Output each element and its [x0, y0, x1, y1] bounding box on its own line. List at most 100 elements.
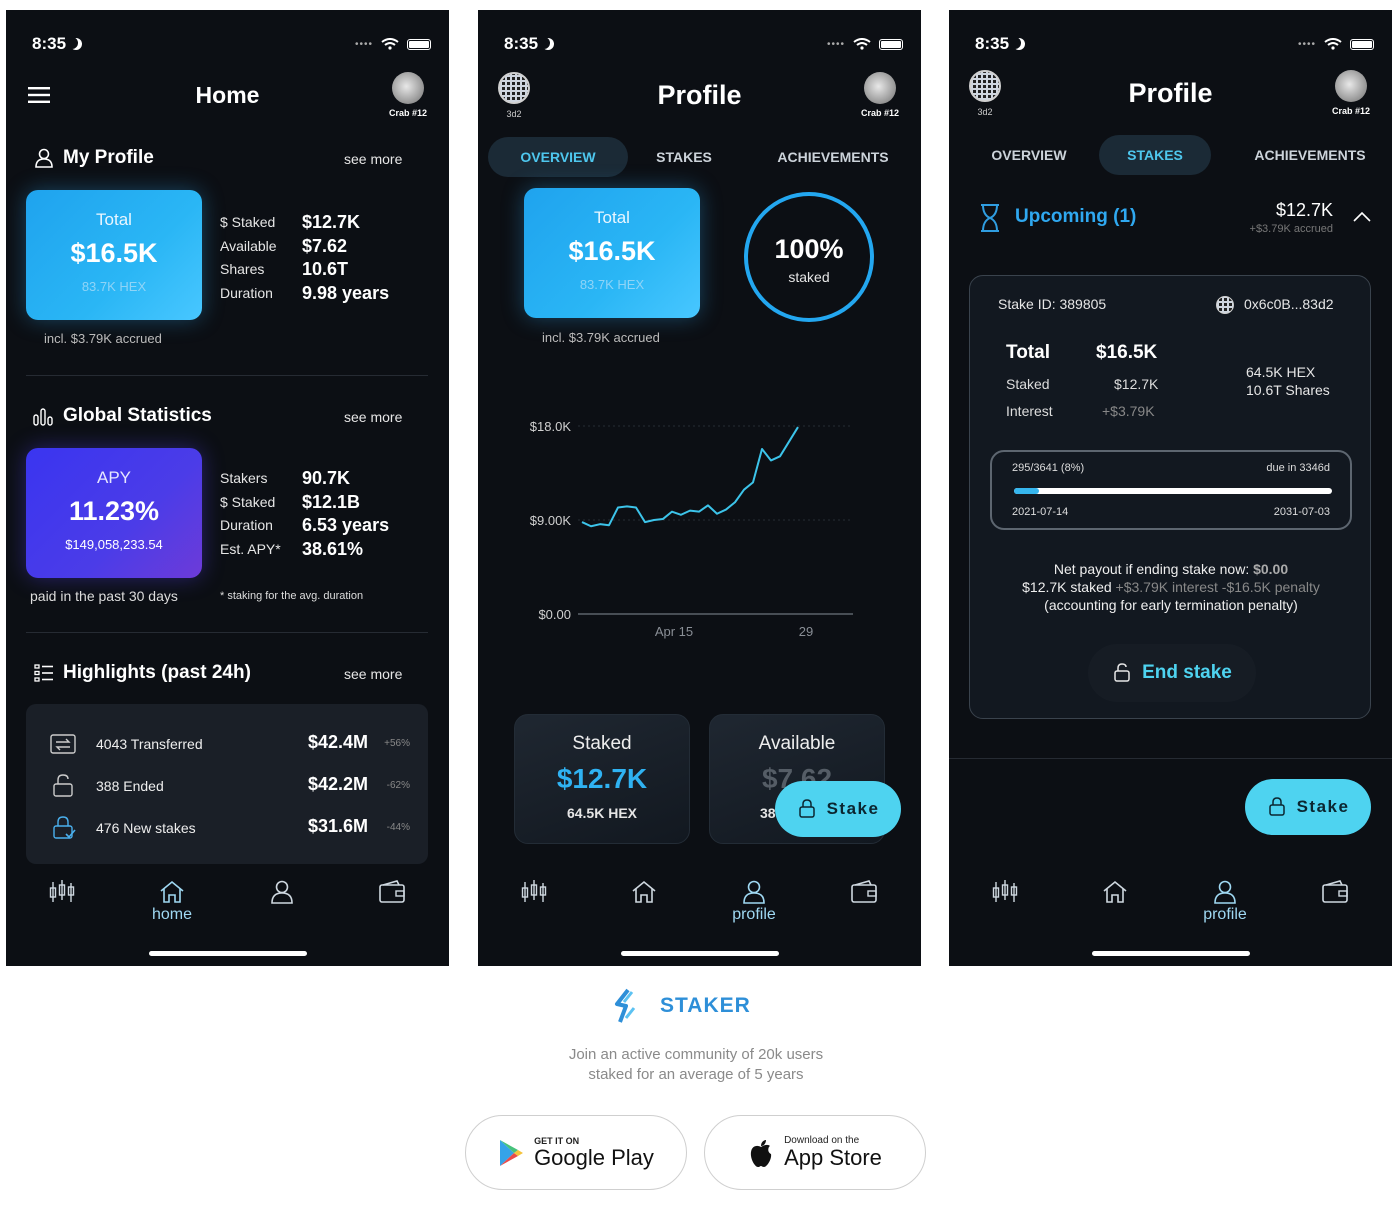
page-title: Profile: [1128, 78, 1213, 108]
chart-icon: [33, 408, 53, 426]
stake-id: Stake ID: 389805: [998, 296, 1107, 312]
total-value: $16.5K: [70, 238, 158, 268]
highlight-label: 388 Ended: [96, 778, 164, 794]
user-icon: [271, 880, 293, 904]
status-bar: 8:35 ••••: [6, 34, 449, 60]
tab-stakes[interactable]: STAKES: [634, 137, 734, 177]
nav-home[interactable]: [614, 880, 674, 904]
stake-staked-label: Staked: [1006, 376, 1050, 392]
nav-wallet[interactable]: [362, 880, 422, 904]
staked-card[interactable]: Staked $12.7K 64.5K HEX: [514, 714, 690, 844]
nav-stats[interactable]: [975, 880, 1035, 904]
highlight-label: 4043 Transferred: [96, 736, 203, 752]
tab-achievements[interactable]: ACHIEVEMENTS: [1235, 135, 1385, 175]
nav-profile[interactable]: [252, 880, 312, 904]
app-store-button[interactable]: Download on the App Store: [704, 1115, 926, 1190]
wallet-icon: [851, 880, 877, 903]
total-label: Total: [96, 210, 132, 229]
stake-button[interactable]: Stake: [1245, 779, 1371, 835]
stat-key: Duration: [220, 284, 273, 301]
list-item[interactable]: 4043 Transferred $42.4M +56%: [26, 730, 428, 758]
ring-label: staked: [788, 269, 830, 285]
stake-interest-value: +$3.79K: [1102, 403, 1155, 419]
payout-note: (accounting for early termination penalt…: [1044, 597, 1298, 613]
progress-bar: [1014, 488, 1332, 494]
chevron-up-icon[interactable]: [1352, 210, 1372, 222]
home-indicator: [148, 951, 307, 956]
avatar[interactable]: [864, 72, 896, 104]
google-play-button[interactable]: GET IT ON Google Play: [465, 1115, 687, 1190]
see-more-link[interactable]: see more: [344, 151, 402, 167]
apy-card[interactable]: APY 11.23% $149,058,233.54: [26, 448, 202, 578]
unlock-icon: [53, 774, 73, 797]
stake-details-card: Stake ID: 389805 0x6c0B...83d2 Total $16…: [969, 275, 1371, 719]
moon-icon: [1013, 38, 1025, 50]
y-tick-label: $0.00: [538, 607, 571, 622]
signal-icon: ••••: [826, 38, 845, 50]
profile-tabs: OVERVIEW STAKES ACHIEVEMENTS: [959, 135, 1382, 175]
nav-home[interactable]: home: [142, 880, 202, 924]
wifi-icon: [381, 38, 399, 50]
nav-home-label: home: [151, 906, 193, 923]
tab-stakes[interactable]: STAKES: [1099, 135, 1211, 175]
lock-icon: [798, 799, 815, 818]
list-item[interactable]: 476 New stakes $31.6M -44%: [26, 814, 428, 842]
divider: [26, 632, 428, 633]
user-icon: [743, 880, 765, 904]
avatar-label: Crab #12: [1331, 106, 1371, 116]
highlight-value: $42.4M: [307, 732, 368, 752]
nav-wallet[interactable]: [834, 880, 894, 904]
candlestick-icon: [992, 880, 1018, 902]
highlights-title: Highlights (past 24h): [63, 662, 251, 683]
list-icon: [34, 664, 53, 682]
staked-card-value: $12.7K: [556, 763, 648, 794]
progress-text: 295/3641 (8%): [1012, 462, 1085, 474]
total-card[interactable]: Total $16.5K 83.7K HEX: [26, 190, 202, 320]
upcoming-accrued: +$3.79K accrued: [1249, 223, 1333, 235]
staked-card-sub: 64.5K HEX: [566, 805, 638, 821]
status-bar: 8:35 ••••: [478, 34, 921, 60]
global-stats: Stakers 90.7K $ Staked $12.1B Duration 6.53…: [220, 468, 389, 559]
nav-wallet[interactable]: [1305, 880, 1365, 904]
highlights-list: 4043 Transferred $42.4M +56% 388 Ended $…: [26, 704, 428, 864]
list-item[interactable]: 388 Ended $42.2M -62%: [26, 772, 428, 800]
end-stake-button[interactable]: End stake: [1088, 644, 1256, 702]
brand: STAKER: [612, 988, 751, 1024]
payout-summary: Net payout if ending stake now: $0.00 $1…: [970, 560, 1372, 614]
stake-address[interactable]: 0x6c0B...83d2: [1244, 296, 1334, 312]
tab-achievements[interactable]: ACHIEVEMENTS: [758, 137, 908, 177]
stake-shares: 10.6T Shares: [1246, 382, 1330, 398]
page-title: Profile: [657, 80, 742, 110]
nav-stats[interactable]: [504, 880, 564, 904]
upcoming-label[interactable]: Upcoming (1): [1015, 206, 1136, 228]
see-more-link[interactable]: see more: [344, 666, 402, 682]
nav-stats[interactable]: [32, 880, 92, 904]
signal-icon: ••••: [1297, 38, 1316, 50]
stake-button[interactable]: Stake: [775, 781, 901, 837]
avatar[interactable]: [1335, 70, 1367, 102]
stake-button-label: Stake: [826, 799, 880, 818]
nav-profile-label: profile: [732, 906, 776, 923]
avatar[interactable]: [392, 72, 424, 104]
chart-series-line: [581, 426, 799, 528]
nav-profile[interactable]: profile: [724, 880, 784, 924]
price-chart[interactable]: $18.0K $9.00K $0.00 Apr 15 29: [478, 410, 921, 650]
paid-note: paid in the past 30 days: [30, 588, 178, 604]
progress-bar-fill: [1014, 488, 1040, 494]
home-icon: [632, 880, 656, 903]
total-card[interactable]: Total $16.5K 83.7K HEX: [524, 188, 700, 318]
divider: [949, 758, 1392, 759]
see-more-link[interactable]: see more: [344, 409, 402, 425]
y-tick-label: $18.0K: [530, 419, 572, 434]
divider: [26, 375, 428, 376]
tab-overview[interactable]: OVERVIEW: [488, 137, 628, 177]
wifi-icon: [1324, 38, 1342, 50]
profile-stats: $ Staked $12.7K Available $7.62 Shares 10.6…: [220, 212, 389, 303]
wallet-icon: [379, 880, 405, 903]
total-label: Total: [594, 208, 630, 227]
home-indicator: [1091, 951, 1250, 956]
lock-check-icon: [53, 816, 76, 839]
nav-home[interactable]: [1085, 880, 1145, 904]
tab-overview[interactable]: OVERVIEW: [969, 135, 1089, 175]
nav-profile[interactable]: profile: [1195, 880, 1255, 924]
